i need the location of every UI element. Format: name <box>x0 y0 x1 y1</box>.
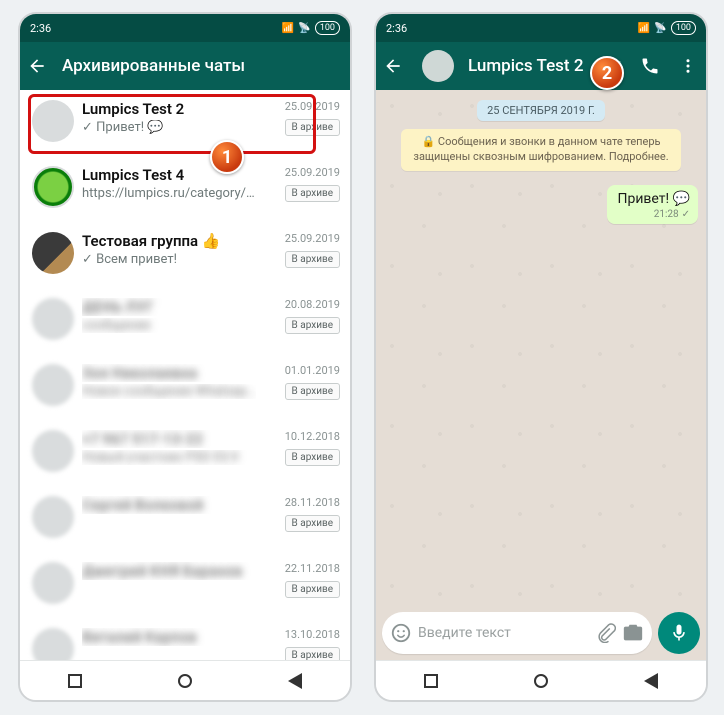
chat-item[interactable]: Зоя Николаевна Новое сообщение Whatsapp … <box>20 354 350 420</box>
mic-icon <box>669 623 689 643</box>
avatar <box>32 430 74 472</box>
archive-badge: В архиве <box>285 317 340 334</box>
avatar <box>32 166 74 208</box>
camera-icon[interactable] <box>622 622 644 644</box>
chat-name: Зоя Николаевна <box>82 364 256 382</box>
chat-name: Тестовая группа 👍 <box>82 232 256 250</box>
back-nav-button[interactable] <box>288 673 302 689</box>
recents-button[interactable] <box>68 674 82 688</box>
message-input[interactable]: Введите текст <box>382 612 652 654</box>
chat-date: 25.09.2019 <box>285 100 340 113</box>
avatar <box>32 364 74 406</box>
chat-item[interactable]: Сергей Волковой 28.11.2018 В архиве <box>20 486 350 552</box>
step-marker-2: 2 <box>590 56 624 90</box>
message-time: 21:28 <box>654 209 679 220</box>
home-button[interactable] <box>534 674 548 688</box>
chat-name: +7 967 517-13-22 <box>82 430 256 448</box>
status-time: 2:36 <box>30 22 51 35</box>
back-button[interactable] <box>26 56 48 76</box>
contact-avatar[interactable] <box>422 50 454 82</box>
chat-item[interactable]: +7 967 517-13-22 Новый участник PSD 03.9… <box>20 420 350 486</box>
archive-badge: В архиве <box>285 119 340 136</box>
back-nav-button[interactable] <box>644 673 658 689</box>
avatar <box>32 298 74 340</box>
chat-preview: Новое сообщение Whatsapp работа <box>82 384 256 399</box>
chat-messages-pane[interactable]: 25 СЕНТЯБРЯ 2019 Г. 🔒 Сообщения и звонки… <box>376 90 706 660</box>
chat-name: Виталий Карпов <box>82 628 256 646</box>
message-text: Привет! 💬 <box>617 191 690 207</box>
emoji-icon[interactable] <box>390 622 412 644</box>
more-vert-icon <box>679 57 697 75</box>
archive-badge: В архиве <box>285 647 340 660</box>
encryption-notice[interactable]: 🔒 Сообщения и звонки в данном чате тепер… <box>401 129 681 171</box>
phone-icon <box>640 56 660 76</box>
archive-badge: В архиве <box>285 581 340 598</box>
android-nav-bar <box>20 660 350 700</box>
status-time: 2:36 <box>386 22 407 35</box>
chat-date: 20.08.2019 <box>285 298 340 311</box>
chat-date: 28.11.2018 <box>285 496 340 509</box>
chat-item[interactable]: Виталий Карпов 13.10.2018 В архиве <box>20 618 350 660</box>
status-bar: 2:36 📶📡 100 <box>20 14 350 42</box>
chat-app-bar: Lumpics Test 2 <box>376 42 706 90</box>
chat-name: Сергей Волковой <box>82 496 256 514</box>
chat-date: 10.12.2018 <box>285 430 340 443</box>
chat-preview: ✓ Всем привет! <box>82 252 256 267</box>
attach-icon[interactable] <box>596 623 616 643</box>
chat-date: 25.09.2019 <box>285 166 340 179</box>
avatar <box>32 628 74 660</box>
chat-name: Дмитрий КНЯ Баранов <box>82 562 256 580</box>
chat-preview: сообщение <box>82 318 256 333</box>
archived-chat-list[interactable]: Lumpics Test 2 ✓ Привет! 💬 25.09.2019 В … <box>20 90 350 660</box>
chat-item[interactable]: Дмитрий КНЯ Баранов 22.11.2018 В архиве <box>20 552 350 618</box>
screen-title: Архивированные чаты <box>62 56 344 76</box>
step-marker-1: 1 <box>210 140 244 174</box>
chat-date: 13.10.2018 <box>285 628 340 641</box>
status-icons: 📶📡 100 <box>638 21 696 35</box>
chat-name: Lumpics Test 2 <box>82 100 256 118</box>
archive-badge: В архиве <box>285 515 340 532</box>
arrow-left-icon <box>27 56 47 76</box>
battery-icon: 100 <box>315 21 340 35</box>
more-button[interactable] <box>676 57 700 75</box>
message-composer: Введите текст <box>382 612 700 654</box>
chat-date: 22.11.2018 <box>285 562 340 575</box>
chat-name: ДЕНЬ ЛУГ <box>82 298 256 316</box>
chat-item-lumpics-test-2[interactable]: Lumpics Test 2 ✓ Привет! 💬 25.09.2019 В … <box>20 90 350 156</box>
chat-date: 25.09.2019 <box>285 232 340 245</box>
home-button[interactable] <box>178 674 192 688</box>
avatar <box>32 100 74 142</box>
check-icon: ✓ <box>682 209 690 220</box>
archive-badge: В архиве <box>285 251 340 268</box>
status-icons: 📶📡 100 <box>282 21 340 35</box>
chat-preview: Новый участник PSD 03.9 <box>82 450 256 465</box>
chat-preview: ✓ Привет! 💬 <box>82 120 256 135</box>
chat-title[interactable]: Lumpics Test 2 <box>468 56 586 76</box>
avatar <box>32 496 74 538</box>
phone-chat-view: 2:36 📶📡 100 Lumpics Test 2 25 СЕНТЯБРЯ 2… <box>374 12 708 702</box>
chat-date: 01.01.2019 <box>285 364 340 377</box>
status-bar: 2:36 📶📡 100 <box>376 14 706 42</box>
chat-preview: https://lumpics.ru/category/w… <box>82 186 256 201</box>
chat-item[interactable]: ДЕНЬ ЛУГ сообщение 20.08.2019 В архиве <box>20 288 350 354</box>
voice-call-button[interactable] <box>638 56 662 76</box>
arrow-left-icon <box>383 56 403 76</box>
date-separator: 25 СЕНТЯБРЯ 2019 Г. <box>477 100 605 121</box>
avatar <box>32 562 74 604</box>
composer-placeholder: Введите текст <box>418 625 590 641</box>
chat-item[interactable]: Lumpics Test 4 https://lumpics.ru/catego… <box>20 156 350 222</box>
outgoing-message[interactable]: Привет! 💬 21:28 ✓ <box>607 185 698 224</box>
mic-button[interactable] <box>658 612 700 654</box>
app-bar: Архивированные чаты <box>20 42 350 90</box>
avatar <box>32 232 74 274</box>
archive-badge: В архиве <box>285 185 340 202</box>
chat-item[interactable]: Тестовая группа 👍 ✓ Всем привет! 25.09.2… <box>20 222 350 288</box>
archive-badge: В архиве <box>285 383 340 400</box>
battery-icon: 100 <box>671 21 696 35</box>
android-nav-bar <box>376 660 706 700</box>
recents-button[interactable] <box>424 674 438 688</box>
back-button[interactable] <box>382 56 404 76</box>
phone-archived-chats: 2:36 📶📡 100 Архивированные чаты Lumpics … <box>18 12 352 702</box>
archive-badge: В архиве <box>285 449 340 466</box>
